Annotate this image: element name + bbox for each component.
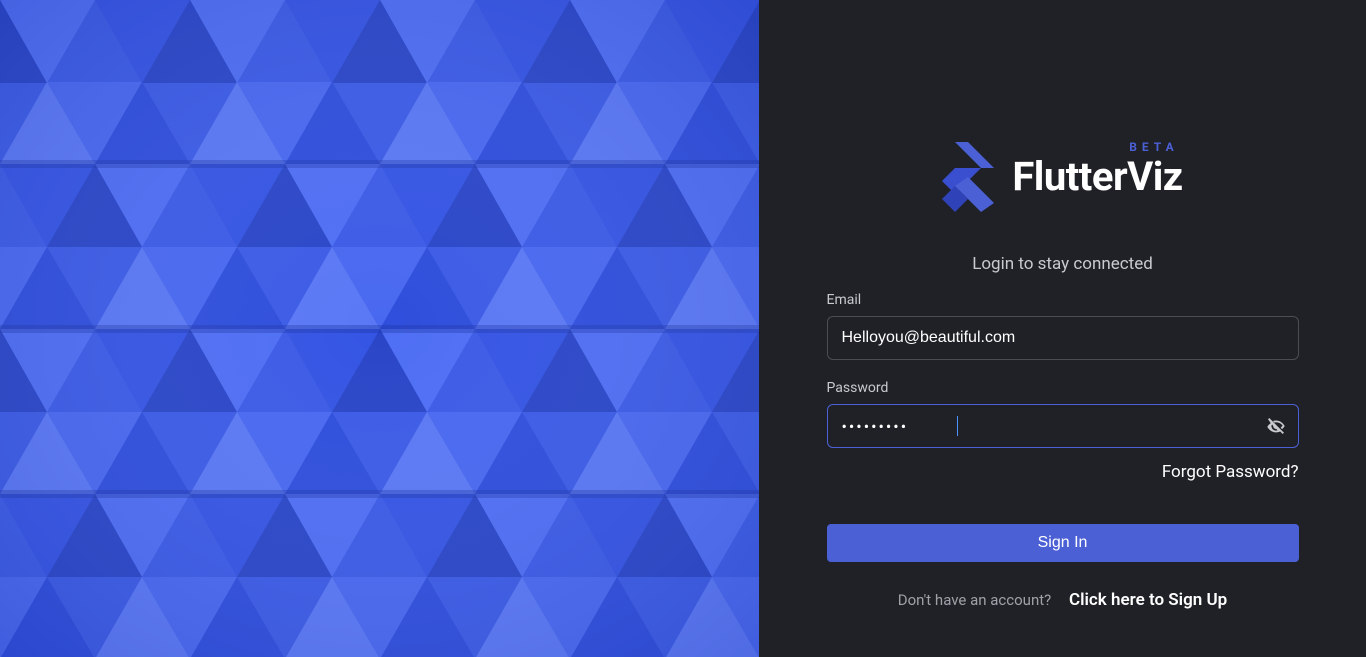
email-label: Email (827, 292, 1299, 308)
brand-name: FlutterViz (1012, 157, 1182, 197)
password-label: Password (827, 380, 1299, 396)
login-form: Email Password Forgot Password? Sign In … (827, 292, 1299, 610)
email-input[interactable] (827, 316, 1299, 360)
flutterviz-logo-icon (942, 142, 994, 212)
hero-geometric-panel (0, 0, 759, 657)
login-subtitle: Login to stay connected (972, 254, 1153, 274)
text-caret (957, 416, 958, 436)
brand-logo: FlutterViz BETA (942, 142, 1182, 212)
signup-prompt: Don't have an account? (898, 591, 1051, 609)
password-input[interactable] (827, 404, 1299, 448)
visibility-off-icon[interactable] (1265, 415, 1287, 437)
login-panel: FlutterViz BETA Login to stay connected … (759, 0, 1366, 657)
beta-badge: BETA (1129, 140, 1178, 154)
forgot-password-link[interactable]: Forgot Password? (1162, 462, 1299, 482)
signup-link[interactable]: Click here to Sign Up (1069, 590, 1227, 610)
sign-in-button[interactable]: Sign In (827, 524, 1299, 562)
